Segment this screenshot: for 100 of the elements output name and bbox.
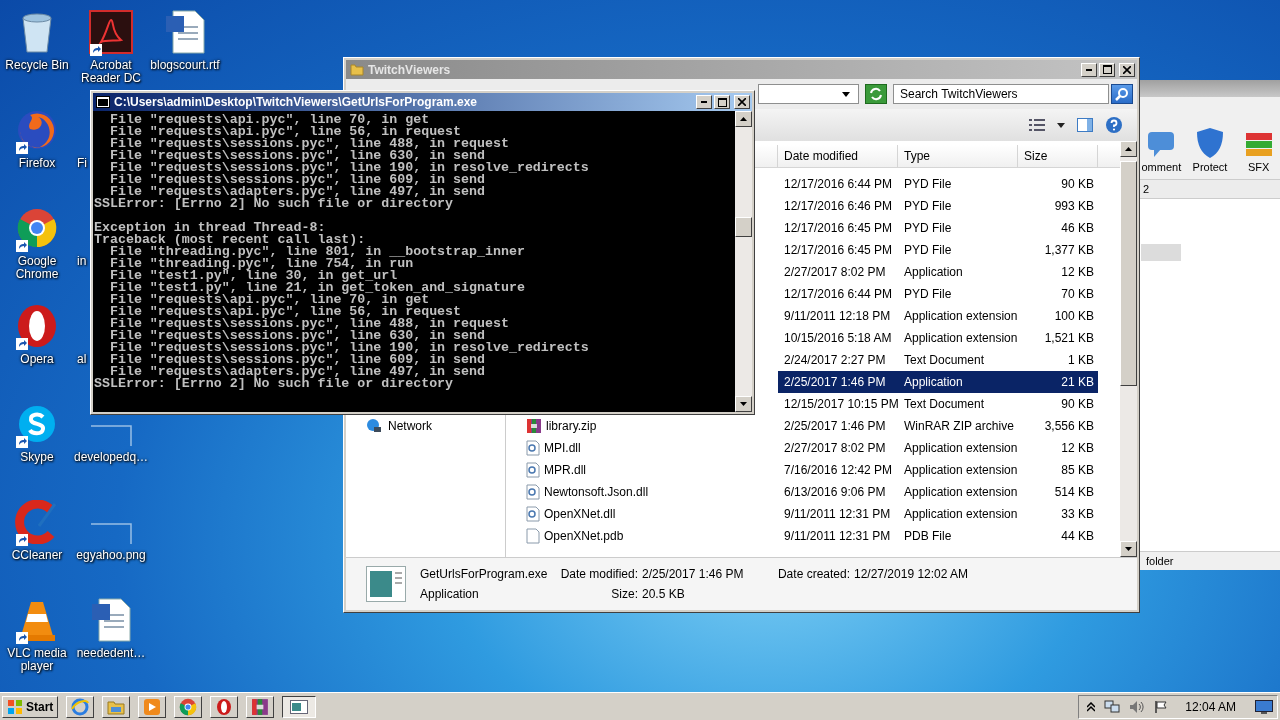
desktop-icon-label[interactable]: egyahoo.png: [76, 549, 146, 562]
size-cell[interactable]: 33 KB: [1018, 503, 1098, 525]
desktop-icon-label[interactable]: neededent…: [76, 647, 146, 660]
desktop-icon-label[interactable]: Opera: [20, 353, 54, 366]
network-icon[interactable]: [1104, 699, 1121, 714]
view-options-icon[interactable]: [1029, 119, 1045, 131]
desktop-icon-label[interactable]: in: [77, 255, 87, 268]
column-header[interactable]: Size: [1018, 145, 1098, 167]
size-cell[interactable]: 1 KB: [1018, 349, 1098, 371]
scroll-up-icon[interactable]: [740, 117, 747, 121]
desktop-icon-label[interactable]: CCleaner: [11, 549, 63, 562]
search-button[interactable]: [1111, 84, 1133, 104]
desktop-icon-label[interactable]: blogscourt.rtf: [150, 59, 220, 72]
document-icon[interactable]: [165, 10, 205, 54]
ring-logo-icon[interactable]: [16, 304, 58, 348]
type-cell[interactable]: PDB File: [898, 525, 1018, 547]
type-cell[interactable]: Text Document: [898, 349, 1018, 371]
document-icon[interactable]: [91, 598, 131, 642]
minimize-button[interactable]: [696, 95, 712, 109]
desktop-icon-label[interactable]: VLC media player: [0, 647, 74, 673]
tool-label[interactable]: SFX: [1247, 161, 1270, 173]
size-cell[interactable]: 90 KB: [1018, 173, 1098, 195]
dropdown-caret-icon[interactable]: [842, 91, 850, 97]
volume-icon[interactable]: [1129, 699, 1146, 714]
type-cell[interactable]: Application extension: [898, 503, 1018, 525]
scroll-up-icon[interactable]: [1125, 147, 1132, 151]
taskbar-button[interactable]: [282, 695, 317, 718]
minimize-button[interactable]: [1081, 62, 1097, 77]
type-cell[interactable]: Application extension: [898, 437, 1018, 459]
date-cell[interactable]: 9/11/2011 12:18 PM: [778, 305, 898, 327]
close-button[interactable]: [734, 95, 750, 109]
shield-icon[interactable]: [1195, 127, 1225, 159]
desktop-icon-label[interactable]: Recycle Bin: [5, 59, 69, 72]
date-cell[interactable]: 2/27/2017 8:02 PM: [778, 437, 898, 459]
flag-icon[interactable]: [1154, 699, 1169, 714]
type-cell[interactable]: Text Document: [898, 393, 1018, 415]
date-cell[interactable]: 2/25/2017 1:46 PM: [778, 415, 898, 437]
date-cell[interactable]: 12/17/2016 6:45 PM: [778, 239, 898, 261]
date-cell[interactable]: 7/16/2016 12:42 PM: [778, 459, 898, 481]
desktop-icon-label[interactable]: Acrobat Reader DC: [74, 59, 148, 85]
size-cell[interactable]: 3,556 KB: [1018, 415, 1098, 437]
type-cell[interactable]: PYD File: [898, 283, 1018, 305]
size-cell[interactable]: 85 KB: [1018, 459, 1098, 481]
date-cell[interactable]: 12/17/2016 6:46 PM: [778, 195, 898, 217]
size-cell[interactable]: 514 KB: [1018, 481, 1098, 503]
start-button[interactable]: Start: [2, 695, 59, 718]
file-name[interactable]: Newtonsoft.Json.dll: [544, 485, 649, 499]
tool-label[interactable]: Protect: [1192, 161, 1228, 173]
desktop-icon-label[interactable]: Google Chrome: [0, 255, 74, 281]
date-cell[interactable]: 2/27/2017 8:02 PM: [778, 261, 898, 283]
size-cell[interactable]: 46 KB: [1018, 217, 1098, 239]
type-cell[interactable]: WinRAR ZIP archive: [898, 415, 1018, 437]
scrollbar[interactable]: [735, 111, 752, 412]
desktop-icon-label[interactable]: al: [77, 353, 87, 366]
size-cell[interactable]: 100 KB: [1018, 305, 1098, 327]
refresh-button[interactable]: [865, 84, 887, 104]
type-cell[interactable]: Application: [898, 261, 1018, 283]
type-cell[interactable]: Application extension: [898, 481, 1018, 503]
size-cell[interactable]: 12 KB: [1018, 261, 1098, 283]
date-cell[interactable]: 12/15/2017 10:15 PM: [778, 393, 898, 415]
size-cell[interactable]: 70 KB: [1018, 283, 1098, 305]
network-globe-icon[interactable]: [366, 418, 382, 434]
maximize-button[interactable]: [1099, 62, 1115, 77]
desktop-icon-label[interactable]: Firefox: [18, 157, 56, 170]
type-cell[interactable]: Application extension: [898, 327, 1018, 349]
scroll-thumb[interactable]: [735, 217, 752, 237]
scroll-down-icon[interactable]: [740, 402, 747, 406]
date-cell[interactable]: 12/17/2016 6:45 PM: [778, 217, 898, 239]
help-icon[interactable]: [1105, 116, 1123, 134]
close-button[interactable]: [1119, 62, 1135, 77]
address-field[interactable]: [758, 84, 859, 104]
date-cell[interactable]: 6/13/2016 9:06 PM: [778, 481, 898, 503]
date-cell[interactable]: 2/24/2017 2:27 PM: [778, 349, 898, 371]
desktop-icon-label[interactable]: Skype: [20, 451, 54, 464]
type-cell[interactable]: Application extension: [898, 459, 1018, 481]
type-cell[interactable]: PYD File: [898, 173, 1018, 195]
size-cell[interactable]: 44 KB: [1018, 525, 1098, 547]
size-cell[interactable]: 90 KB: [1018, 393, 1098, 415]
browser-icon[interactable]: [16, 109, 58, 151]
date-cell[interactable]: 2/25/2017 1:46 PM: [778, 371, 898, 393]
date-cell[interactable]: 12/17/2016 6:44 PM: [778, 173, 898, 195]
size-cell[interactable]: 1,521 KB: [1018, 327, 1098, 349]
file-name[interactable]: MPR.dll: [544, 463, 586, 477]
scroll-thumb[interactable]: [1120, 161, 1137, 386]
maximize-button[interactable]: [714, 95, 730, 109]
type-cell[interactable]: Application: [898, 371, 1018, 393]
type-cell[interactable]: PYD File: [898, 217, 1018, 239]
column-header[interactable]: Date modified: [778, 145, 898, 167]
type-cell[interactable]: PYD File: [898, 195, 1018, 217]
pdf-icon[interactable]: [89, 10, 133, 54]
type-cell[interactable]: Application extension: [898, 305, 1018, 327]
show-desktop-icon[interactable]: [1255, 699, 1273, 714]
size-cell[interactable]: 993 KB: [1018, 195, 1098, 217]
column-header[interactable]: Type: [898, 145, 1018, 167]
size-cell[interactable]: 21 KB: [1018, 371, 1098, 393]
tool-label[interactable]: omment: [1141, 161, 1182, 173]
trash-bin-icon[interactable]: [19, 10, 55, 54]
speech-bubble-icon[interactable]: [1146, 129, 1177, 159]
show-hidden-icons-icon[interactable]: [1087, 701, 1096, 712]
type-cell[interactable]: PYD File: [898, 239, 1018, 261]
